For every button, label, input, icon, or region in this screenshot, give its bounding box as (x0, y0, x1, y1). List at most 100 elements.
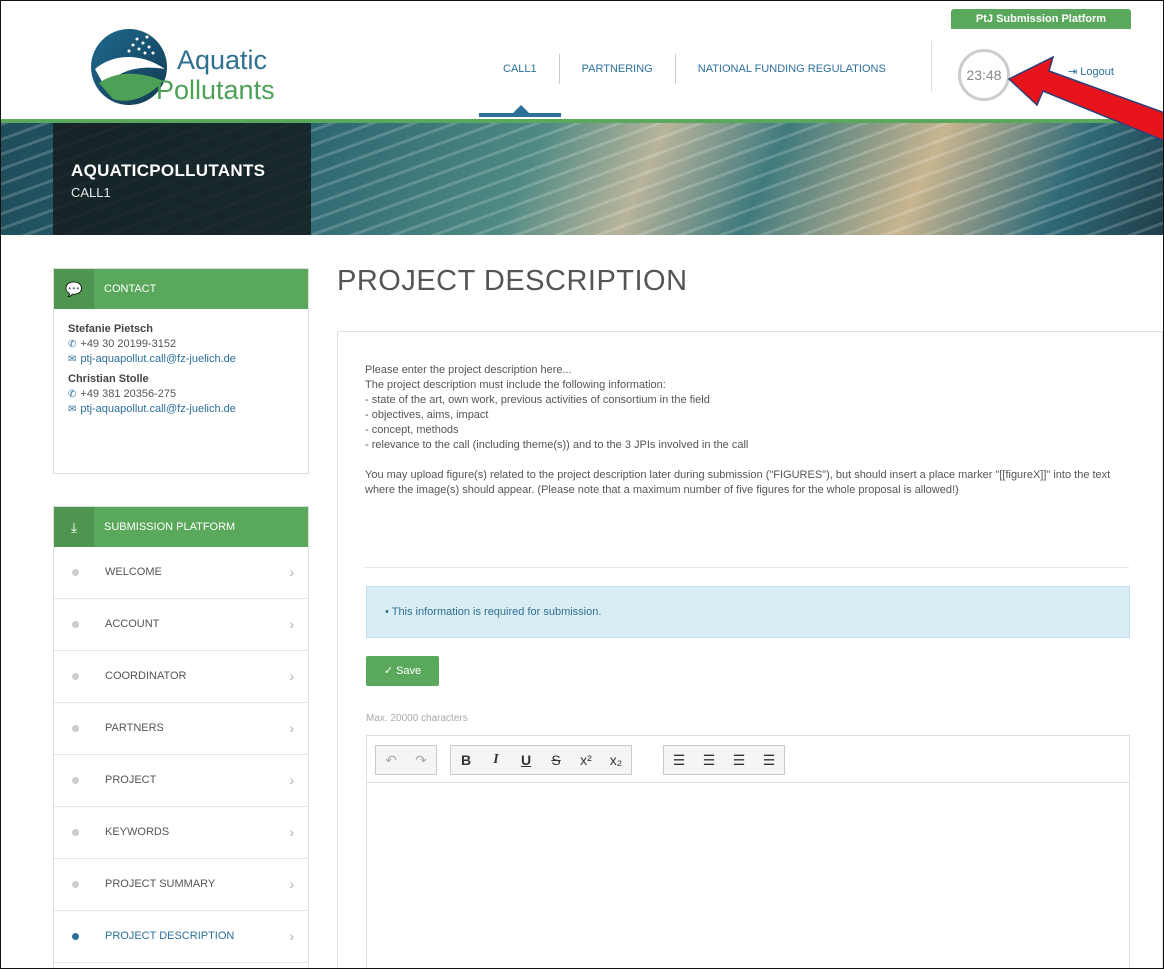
banner-subtitle: CALL1 (71, 185, 111, 200)
rich-text-editor[interactable]: ↶ ↷ B I U S x² x₂ ☰ ☰ ☰ ☰ (366, 735, 1130, 968)
status-dot-icon (72, 673, 79, 680)
sidebar-item-label: KEYWORDS (105, 826, 170, 838)
history-group: ↶ ↷ (375, 745, 437, 775)
instruction-line: - concept, methods (365, 424, 459, 436)
save-label: Save (396, 665, 422, 677)
email-link[interactable]: ptj-aquapollut.call@fz-juelich.de (80, 403, 235, 415)
check-icon: ✓ (383, 665, 394, 677)
status-dot-icon (72, 725, 79, 732)
logo-text-pollutants: Pollutants (156, 75, 275, 105)
nav-partnering[interactable]: PARTNERING (560, 54, 676, 84)
chat-icon: 💬 (54, 269, 94, 309)
download-icon: ⤓ (54, 507, 94, 547)
chevron-right-icon: › (289, 564, 294, 580)
mail-icon: ✉ (68, 354, 77, 365)
contact-email[interactable]: ✉ ptj-aquapollut.call@fz-juelich.de (68, 353, 308, 365)
active-dot-icon (72, 933, 79, 940)
red-arrow-annotation (1007, 55, 1163, 141)
info-alert: • This information is required for submi… (366, 586, 1130, 638)
nav-call1[interactable]: CALL1 (481, 54, 560, 84)
align-right-icon[interactable]: ☰ (724, 746, 754, 774)
nav-divider (931, 41, 932, 91)
alert-message: This information is required for submiss… (391, 606, 602, 618)
submission-panel: ⤓ SUBMISSION PLATFORM WELCOME › ACCOUNT … (53, 506, 309, 968)
instruction-line: - objectives, aims, impact (365, 409, 489, 421)
sidebar-item-project[interactable]: PROJECT › (54, 755, 308, 807)
align-justify-icon[interactable]: ☰ (754, 746, 784, 774)
subscript-icon[interactable]: x₂ (601, 746, 631, 774)
underline-icon[interactable]: U (511, 746, 541, 774)
align-left-icon[interactable]: ☰ (664, 746, 694, 774)
format-group: B I U S x² x₂ (450, 745, 632, 775)
nav-active-marker (479, 113, 561, 117)
submission-header: ⤓ SUBMISSION PLATFORM (54, 507, 308, 547)
contact-email[interactable]: ✉ ptj-aquapollut.call@fz-juelich.de (68, 403, 308, 415)
chevron-right-icon: › (289, 720, 294, 736)
sidebar-item-label: COORDINATOR (105, 670, 187, 682)
editor-toolbar: ↶ ↷ B I U S x² x₂ ☰ ☰ ☰ ☰ (367, 736, 1129, 783)
contact-header: 💬 CONTACT (54, 269, 308, 309)
phone-text: +49 30 20199-3152 (80, 338, 177, 350)
instruction-line: - state of the art, own work, previous a… (365, 394, 710, 406)
strikethrough-icon[interactable]: S (541, 746, 571, 774)
max-characters-hint: Max. 20000 characters (366, 713, 468, 724)
header: PtJ Submission Platform Aquatic Pollutan… (1, 1, 1163, 121)
chevron-right-icon: › (289, 668, 294, 684)
divider (365, 567, 1129, 568)
status-dot-icon (72, 569, 79, 576)
sidebar-item-keywords[interactable]: KEYWORDS › (54, 807, 308, 859)
contact-heading: CONTACT (104, 283, 157, 295)
chevron-right-icon: › (289, 772, 294, 788)
instruction-line: Please enter the project description her… (365, 364, 572, 376)
alert-text: • This information is required for submi… (385, 606, 602, 618)
sidebar-item-label: ACCOUNT (105, 618, 160, 630)
logo-text-aquatic: Aquatic (177, 45, 268, 75)
align-center-icon[interactable]: ☰ (694, 746, 724, 774)
main-nav: CALL1 PARTNERING NATIONAL FUNDING REGULA… (481, 54, 908, 84)
chevron-right-icon: › (289, 876, 294, 892)
contact-phone: ✆ +49 30 20199-3152 (68, 338, 308, 350)
sidebar-item-label: PROJECT DESCRIPTION (105, 930, 235, 942)
hero-banner: AQUATICPOLLUTANTS CALL1 (1, 123, 1163, 235)
sidebar-item-welcome[interactable]: WELCOME › (54, 547, 308, 599)
mail-icon: ✉ (68, 404, 77, 415)
status-dot-icon (72, 829, 79, 836)
status-dot-icon (72, 777, 79, 784)
bold-icon[interactable]: B (451, 746, 481, 774)
sidebar-item-label: PROJECT (105, 774, 157, 786)
italic-icon[interactable]: I (481, 746, 511, 774)
align-group: ☰ ☰ ☰ ☰ (663, 745, 785, 775)
sidebar-item-partners[interactable]: PARTNERS › (54, 703, 308, 755)
page-frame: PtJ Submission Platform Aquatic Pollutan… (0, 0, 1164, 969)
chevron-right-icon: › (289, 928, 294, 944)
page-title: PROJECT DESCRIPTION (337, 265, 688, 297)
instruction-line: - relevance to the call (including theme… (365, 439, 749, 451)
contact-name: Christian Stolle (68, 373, 149, 385)
superscript-icon[interactable]: x² (571, 746, 601, 774)
redo-icon[interactable]: ↷ (406, 746, 436, 774)
banner-title: AQUATICPOLLUTANTS (71, 161, 266, 180)
phone-icon: ✆ (68, 339, 77, 350)
platform-tab[interactable]: PtJ Submission Platform (951, 9, 1131, 29)
instruction-line: The project description must include the… (365, 379, 666, 391)
figures-note: You may upload figure(s) related to the … (365, 469, 1111, 496)
chevron-right-icon: › (289, 616, 294, 632)
sidebar-item-coordinator[interactable]: COORDINATOR › (54, 651, 308, 703)
sidebar-item-label: PARTNERS (105, 722, 164, 734)
save-button[interactable]: ✓ Save (366, 656, 439, 686)
contact-body: Stefanie Pietsch ✆ +49 30 20199-3152 ✉ ptj… (54, 309, 308, 415)
submission-heading: SUBMISSION PLATFORM (104, 521, 236, 533)
status-dot-icon (72, 881, 79, 888)
phone-icon: ✆ (68, 389, 77, 400)
sidebar-item-project-summary[interactable]: PROJECT SUMMARY › (54, 859, 308, 911)
sidebar-item-account[interactable]: ACCOUNT › (54, 599, 308, 651)
contact-panel: 💬 CONTACT Stefanie Pietsch ✆ +49 30 20199… (53, 268, 309, 474)
sidebar-item-project-description[interactable]: PROJECT DESCRIPTION › (54, 911, 308, 963)
email-link[interactable]: ptj-aquapollut.call@fz-juelich.de (80, 353, 235, 365)
chevron-right-icon: › (289, 824, 294, 840)
nav-national-funding-regulations[interactable]: NATIONAL FUNDING REGULATIONS (676, 54, 908, 84)
contact-phone: ✆ +49 381 20356-275 (68, 388, 308, 400)
undo-icon[interactable]: ↶ (376, 746, 406, 774)
phone-text: +49 381 20356-275 (80, 388, 177, 400)
